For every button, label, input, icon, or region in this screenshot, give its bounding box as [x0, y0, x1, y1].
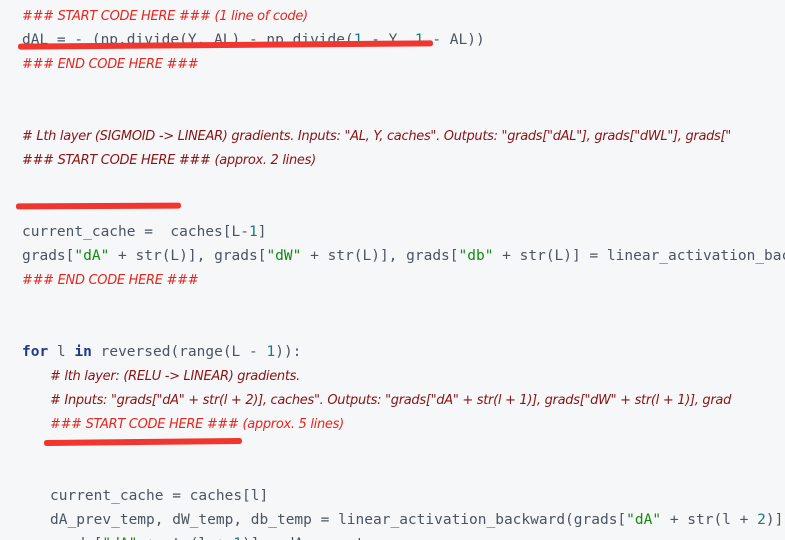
- token-string: "db": [458, 248, 494, 264]
- token-code: dA_prev_temp, dW_temp, db_temp = linear_…: [50, 512, 627, 528]
- token-string: "dA": [102, 536, 137, 540]
- code-line[interactable]: for l in reversed(range(L - 1)):: [0, 340, 785, 364]
- code-line[interactable]: # Lth layer (SIGMOID -> LINEAR) gradient…: [0, 124, 785, 148]
- token-code: )] = dA_prev_temp: [242, 536, 390, 540]
- token-code: current_cache = caches[L-: [22, 224, 249, 240]
- code-line[interactable]: ### START CODE HERE ### (approx. 5 lines…: [0, 412, 785, 436]
- token-comment-highlight: ### START CODE HERE ### (approx. 5 lines…: [50, 417, 344, 432]
- code-line-blank[interactable]: [0, 460, 785, 484]
- token-code: - AL)): [423, 32, 485, 48]
- token-string: "dW": [266, 248, 302, 264]
- code-line[interactable]: grads["dA" + str(l + 1)] = dA_prev_temp: [0, 532, 785, 540]
- token-keyword: for: [22, 344, 49, 360]
- code-line[interactable]: current_cache = caches[l]: [0, 484, 785, 508]
- token-code: dAL = - (np.divide(Y, AL) - np.divide(: [22, 32, 354, 48]
- token-number: 1: [266, 344, 276, 360]
- code-line[interactable]: ### START CODE HERE ### (approx. 2 lines…: [0, 148, 785, 172]
- code-line[interactable]: dA_prev_temp, dW_temp, db_temp = linear_…: [0, 508, 785, 532]
- token-number: 2: [757, 512, 766, 528]
- code-line[interactable]: # Inputs: "grads["dA" + str(l + 2)], cac…: [0, 388, 785, 412]
- code-line-blank[interactable]: [0, 172, 785, 196]
- token-code: + str(L)], grads[: [109, 248, 267, 264]
- token-code: current_cache = caches[l]: [50, 488, 269, 504]
- code-line-blank[interactable]: [0, 196, 785, 220]
- token-number: 1: [233, 536, 242, 540]
- code-editor-surface: ### START CODE HERE ### (1 line of code)…: [0, 0, 785, 540]
- token-code: + str(L)] = linear_activation_backward(: [502, 248, 785, 264]
- token-code: ]: [257, 224, 267, 240]
- token-code: + str(l +: [137, 536, 233, 540]
- code-line[interactable]: grads["dA" + str(L)], grads["dW" + str(L…: [0, 244, 785, 268]
- code-line-blank[interactable]: [0, 436, 785, 460]
- token-number: 1: [414, 32, 424, 48]
- code-line-blank[interactable]: [0, 100, 785, 124]
- code-line[interactable]: # lth layer: (RELU -> LINEAR) gradients.: [0, 364, 785, 388]
- token-comment: ### START CODE HERE ### (approx. 2 lines…: [22, 153, 316, 168]
- code-line[interactable]: dAL = - (np.divide(Y, AL) - np.divide(1 …: [0, 28, 785, 52]
- token-code: - Y,: [362, 32, 415, 48]
- token-keyword: in: [74, 344, 92, 360]
- token-comment: # Inputs: "grads["dA" + str(l + 2)], cac…: [50, 393, 732, 408]
- token-string: "dA": [74, 248, 110, 264]
- token-comment: # lth layer: (RELU -> LINEAR) gradients.: [50, 369, 300, 384]
- token-comment-highlight: ### START CODE HERE ### (1 line of code): [22, 9, 308, 24]
- token-string: "dA": [626, 512, 662, 528]
- token-code: grads[: [22, 248, 75, 264]
- token-code: )):: [275, 344, 302, 360]
- code-line[interactable]: current_cache = caches[L-1]: [0, 220, 785, 244]
- token-code: l: [48, 344, 75, 360]
- token-comment-highlight: ### END CODE HERE ###: [22, 57, 199, 72]
- code-line[interactable]: ### END CODE HERE ###: [0, 268, 785, 292]
- code-line-blank[interactable]: [0, 316, 785, 340]
- code-line-list: ### START CODE HERE ### (1 line of code)…: [0, 4, 785, 540]
- code-line-blank[interactable]: [0, 76, 785, 100]
- code-line[interactable]: ### START CODE HERE ### (1 line of code): [0, 4, 785, 28]
- token-comment-highlight: ### END CODE HERE ###: [22, 273, 199, 288]
- token-code: + str(l +: [661, 512, 758, 528]
- token-code: reversed(range(L -: [91, 344, 267, 360]
- code-line-blank[interactable]: [0, 292, 785, 316]
- token-code: )], curr: [765, 512, 785, 528]
- code-line[interactable]: ### END CODE HERE ###: [0, 52, 785, 76]
- token-code: + str(L)], grads[: [301, 248, 459, 264]
- token-comment: # Lth layer (SIGMOID -> LINEAR) gradient…: [22, 129, 731, 144]
- token-number: 1: [248, 224, 258, 240]
- token-code: grads[: [50, 536, 102, 540]
